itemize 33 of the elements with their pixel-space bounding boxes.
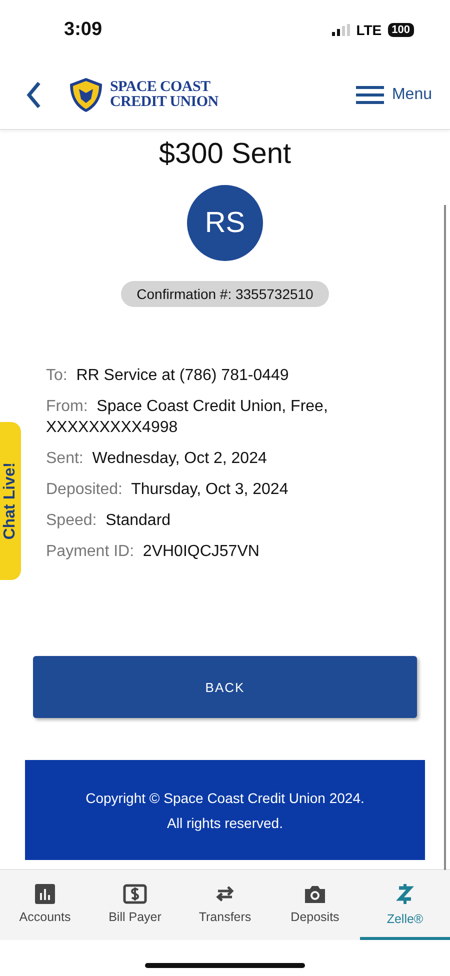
battery-level: 100 [388,23,414,37]
dollar-bill-icon[interactable] [123,884,147,904]
camera-icon[interactable] [303,884,327,904]
detail-row-text: Speed: Standard [46,511,172,531]
back-chevron-icon[interactable] [26,80,42,108]
zelle-icon[interactable] [395,882,415,906]
avatar: RS [187,185,263,261]
copyright-text: All rights reserved. [167,814,283,830]
nav-tab[interactable]: Transfers [180,870,270,940]
nav-tab[interactable]: Accounts [0,870,90,940]
shield-logo-icon [68,76,104,112]
network-label: LTE [356,22,382,38]
copyright-text: Copyright © Space Coast Credit Union 2024. [86,790,364,806]
bar-chart-icon[interactable] [35,884,55,904]
menu-button[interactable]: Menu [356,84,432,104]
detail-row-text: To: RR Service at (786) 781-0449 [46,366,290,386]
nav-tab[interactable]: Bill Payer [90,870,180,940]
page-title: $300 Sent [158,138,292,171]
signal-icon [332,24,350,36]
nav-tab[interactable]: Deposits [270,870,360,940]
detail-row-text: From: Space Coast Credit Union, Free, XXXXXXXXX4998 [46,397,329,438]
arrows-icon[interactable] [214,884,236,904]
chat-live-tab[interactable]: Chat Live! [0,422,21,580]
detail-row-text: Deposited: Thursday, Oct 3, 2024 [46,480,290,500]
nav-tab[interactable]: Zelle® [360,870,450,940]
menu-icon[interactable] [356,84,384,104]
confirmation-badge: Confirmation #: 3355732510 [120,281,330,307]
logo-text: SPACE COAST [110,80,212,94]
status-time: 3:09 [64,19,102,41]
back-button[interactable]: BACK [33,656,417,718]
logo-text: CREDIT UNION [110,94,218,110]
detail-row-text: Payment ID: 2VH0IQCJ57VN [46,542,260,562]
detail-row-text: Sent: Wednesday, Oct 2, 2024 [46,449,268,469]
